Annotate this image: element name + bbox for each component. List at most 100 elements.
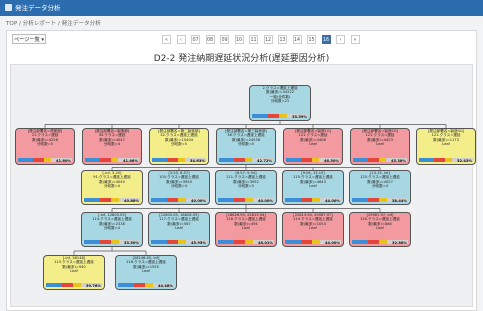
node-percentage: 41.60% bbox=[56, 158, 71, 163]
tree-node[interactable]: [22613.94, 29087.97] 119.クラス=遅延上遅延 数(最多)=1… bbox=[282, 212, 344, 247]
tree-node[interactable]: [12805.05, 18626.93] 117.クラス=遅延上遅延 数(最多)=5… bbox=[148, 212, 210, 247]
tree-node[interactable]: [3.20, 6.57] 105.クラス=遅延上遅延 数(最多)=3950 分岐数=4… bbox=[148, 170, 210, 205]
app-icon bbox=[5, 4, 12, 11]
page-link-12[interactable]: › bbox=[336, 35, 345, 44]
breadcrumb[interactable]: TOP / 分析レポート / 発注データ分析 bbox=[6, 19, 101, 27]
page-link-8[interactable]: 13 bbox=[278, 35, 287, 44]
distribution-segment bbox=[33, 158, 44, 162]
page-list-select[interactable]: ページ一覧 ▾ bbox=[12, 34, 46, 44]
node-text: Leaf bbox=[442, 142, 450, 147]
page-link-3[interactable]: 08 bbox=[205, 35, 215, 44]
distribution-segment bbox=[301, 158, 312, 162]
tree-node[interactable]: [9.04, 13.15] 115.クラス=遅延上遅延 数(最多)=4643 Leaf… bbox=[282, 170, 344, 205]
node-percentage: 44.48% bbox=[158, 283, 173, 288]
distribution-segment bbox=[300, 240, 312, 244]
tree-node[interactable]: [29087.97, inf] 120.クラス=遅延上遅延 数(最多)=846 Lea… bbox=[349, 212, 411, 247]
node-percentage: 34.63% bbox=[190, 158, 205, 163]
distribution-segment bbox=[311, 198, 320, 202]
node-percentage: 48.01% bbox=[258, 240, 273, 245]
tree-node[interactable]: [発注部署名=製造2G] 121.クラス=遅延 数(最多)=4423 Leaf 45.3… bbox=[350, 128, 410, 165]
distribution-segment bbox=[244, 158, 253, 162]
distribution-segment bbox=[84, 198, 100, 202]
node-percentage: 52.43% bbox=[457, 158, 472, 163]
distribution-segment bbox=[378, 158, 387, 162]
distribution-segment bbox=[167, 158, 178, 162]
page-link-5[interactable]: 10 bbox=[234, 35, 244, 44]
distribution-segment bbox=[300, 198, 312, 202]
page-link-9[interactable]: 14 bbox=[292, 35, 302, 44]
tree-node[interactable]: [6.57, 9.04] 111.クラス=遅延上遅延 数(最多)=3952 分岐数=5… bbox=[215, 170, 277, 205]
node-text: Leaf bbox=[242, 226, 250, 231]
tree-node[interactable]: [-inf, 3.20] 91.クラス=遅延上遅延 数(最多)=4040 分岐数=4 4… bbox=[81, 170, 143, 205]
distribution-segment bbox=[152, 158, 168, 162]
tree-node[interactable]: [発注部署名=製造部] 30.クラス=遅延 数(最多)=4047 分岐数=4 41.66… bbox=[82, 128, 142, 165]
distribution-segment bbox=[286, 158, 302, 162]
distribution-segment bbox=[110, 198, 119, 202]
page-link-1[interactable]: ‹ bbox=[176, 35, 186, 44]
tree-node[interactable]: [発注部署名=製造3G] 121.クラス=遅延 数(最多)=1173 Leaf 52.4… bbox=[416, 128, 476, 165]
distribution-segment bbox=[311, 240, 320, 244]
node-text: Leaf bbox=[70, 269, 78, 274]
node-percentage: 40.88% bbox=[124, 198, 139, 203]
node-text: Leaf bbox=[309, 142, 317, 147]
page-link-10[interactable]: 15 bbox=[307, 35, 316, 44]
node-percentage: 40.00% bbox=[191, 198, 206, 203]
distribution-segment bbox=[311, 158, 320, 162]
distribution-segment bbox=[219, 158, 235, 162]
tree-node[interactable]: 2.クラス=遅延上遅延 数(最多)=34222 一致(全件数) 分岐数=21 35.59… bbox=[249, 85, 311, 121]
node-text: 分岐数=5 bbox=[237, 142, 255, 147]
tree-node[interactable]: [13.15, inf] 125.クラス=遅延上遅延 数(最多)=4027 分岐数=4… bbox=[349, 170, 411, 205]
node-percentage: 39.76% bbox=[86, 283, 101, 288]
tree-node[interactable]: [18626.93, 22613.94] 118.クラス=遅延上遅延 数(最多)=4… bbox=[215, 212, 277, 247]
page-link-7[interactable]: 12 bbox=[263, 35, 273, 44]
distribution-segment bbox=[72, 283, 81, 287]
node-percentage: 44.00% bbox=[325, 240, 340, 245]
node-percentage: 44.00% bbox=[325, 198, 340, 203]
page-link-13[interactable]: » bbox=[350, 35, 360, 44]
distribution-segment bbox=[353, 158, 369, 162]
title-bar: 発注データ分析 bbox=[0, 0, 483, 16]
app-title: 発注データ分析 bbox=[15, 4, 61, 12]
distribution-segment bbox=[110, 158, 119, 162]
distribution-segment bbox=[267, 114, 279, 118]
page-link-4[interactable]: 09 bbox=[220, 35, 229, 44]
distribution-segment bbox=[368, 158, 379, 162]
node-percentage: 42.72% bbox=[257, 158, 272, 163]
tree-node[interactable]: [発注部署名=第二製造部] 32.クラス=遅延上遅延 数(最多)=10404 分岐数=… bbox=[149, 128, 209, 165]
distribution-segment bbox=[218, 240, 234, 244]
distribution-segment bbox=[61, 283, 73, 287]
tree-node[interactable]: [58148.05, inf] 116.クラス=遅延上遅延 数(最多)=1555 Le… bbox=[115, 255, 177, 290]
node-percentage: 41.66% bbox=[123, 158, 138, 163]
tree-node[interactable]: [-inf, 12805.05] 114.クラス=遅延上遅延 数(最多)=2338 分… bbox=[81, 212, 143, 247]
distribution-segment bbox=[118, 283, 134, 287]
distribution-segment bbox=[151, 198, 167, 202]
tree-node[interactable]: [発注部署名=第三製造部] 36.クラス=遅延上遅延 数(最多)=24558 分岐数=… bbox=[216, 128, 276, 165]
page-link-2[interactable]: 07 bbox=[191, 35, 200, 44]
page-link-0[interactable]: « bbox=[162, 35, 171, 44]
node-percentage: 46.50% bbox=[324, 158, 339, 163]
node-percentage: 32.86% bbox=[392, 240, 407, 245]
distribution-segment bbox=[233, 240, 245, 244]
tree-node[interactable]: [発注部署名=資産部] 21.クラス=遅延 数(最多)=4226 分岐数=5 41.60… bbox=[15, 128, 75, 165]
tree-node[interactable]: [-inf, 58148] 115.クラス=遅延上遅延 数(最多)=940 Leaf 3… bbox=[43, 255, 105, 290]
distribution-segment bbox=[278, 114, 287, 118]
node-percentage: 45.38% bbox=[391, 158, 406, 163]
distribution-segment bbox=[151, 240, 167, 244]
distribution-segment bbox=[177, 240, 186, 244]
distribution-segment bbox=[285, 198, 301, 202]
distribution-segment bbox=[252, 114, 268, 118]
node-text: Leaf bbox=[175, 226, 183, 231]
node-percentage: 40.00% bbox=[258, 198, 273, 203]
node-percentage: 45.95% bbox=[191, 240, 206, 245]
distribution-segment bbox=[378, 240, 387, 244]
page-link-11[interactable]: 16 bbox=[321, 35, 331, 44]
distribution-segment bbox=[218, 198, 234, 202]
node-text: Leaf bbox=[309, 226, 317, 231]
node-text: 分岐数=4 bbox=[371, 184, 389, 189]
page-title: D2-2 発注納期遅延状況分析(遅延要因分析) bbox=[153, 54, 330, 64]
distribution-segment bbox=[177, 198, 186, 202]
distribution-segment bbox=[419, 158, 435, 162]
tree-node[interactable]: [発注部署名=製造1G] 121.クラス=遅延 数(最多)=4406 Leaf 46.5… bbox=[283, 128, 343, 165]
distribution-segment bbox=[84, 240, 100, 244]
page-link-6[interactable]: 11 bbox=[249, 35, 258, 44]
